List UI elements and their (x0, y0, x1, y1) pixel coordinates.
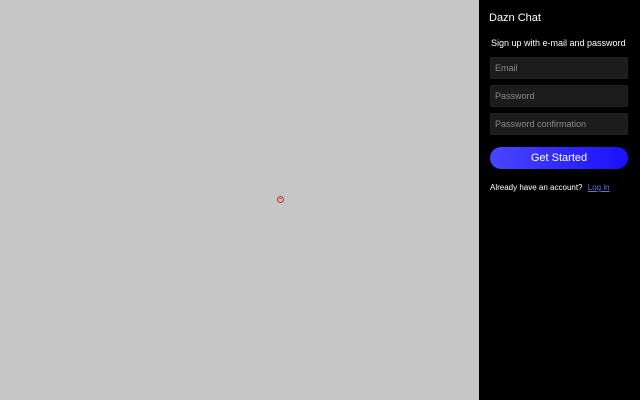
email-field-container (490, 57, 628, 79)
password-field-container (490, 85, 628, 107)
account-prompt-text: Already have an account? (490, 183, 583, 192)
loading-spinner-icon (277, 196, 284, 203)
login-link[interactable]: Log in (588, 183, 610, 192)
password-confirmation-field-container (490, 113, 628, 135)
email-field[interactable] (491, 58, 627, 78)
login-prompt: Already have an account? Log in (490, 182, 610, 193)
app-title: Dazn Chat (489, 12, 541, 24)
password-confirmation-field[interactable] (491, 114, 627, 134)
screen: Dazn Chat Sign up with e-mail and passwo… (0, 0, 640, 400)
password-field[interactable] (491, 86, 627, 106)
signup-subtitle: Sign up with e-mail and password (491, 38, 626, 48)
signup-panel: Dazn Chat Sign up with e-mail and passwo… (479, 0, 640, 400)
get-started-button[interactable]: Get Started (490, 147, 628, 169)
